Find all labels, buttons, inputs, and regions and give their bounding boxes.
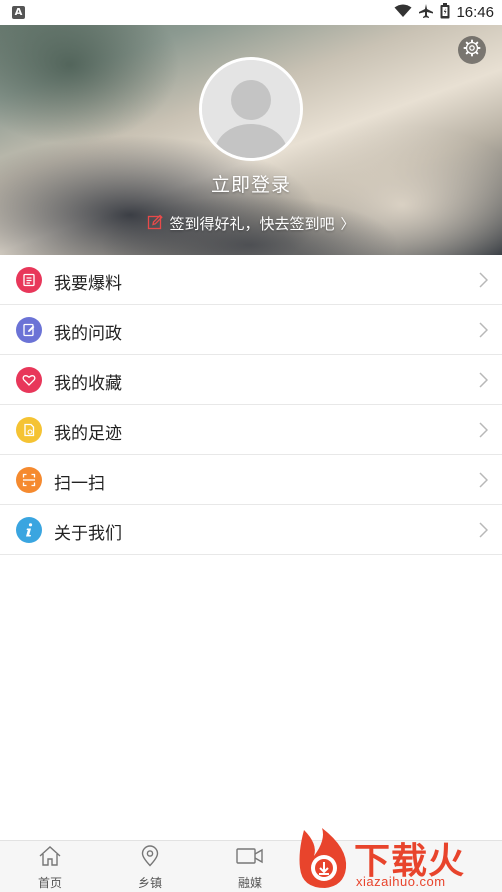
menu-item-inquiry[interactable]: 我的问政 — [0, 305, 502, 355]
chevron-right-icon — [479, 522, 489, 542]
menu-item-favorites[interactable]: 我的收藏 — [0, 355, 502, 405]
default-avatar-icon — [202, 60, 300, 158]
gear-icon — [463, 39, 481, 61]
tab-label: 首页 — [37, 876, 62, 890]
tab-home[interactable]: 首页 — [20, 845, 80, 891]
avatar[interactable] — [199, 57, 303, 161]
menu-item-label: 我的足迹 — [54, 424, 122, 444]
status-icons: 16:46 — [394, 2, 494, 23]
heart-icon — [16, 367, 42, 393]
flame-logo-icon — [299, 828, 347, 888]
tab-towns[interactable]: 乡镇 — [120, 845, 180, 891]
video-camera-icon — [235, 845, 265, 871]
menu-item-label: 我要爆料 — [54, 274, 122, 294]
watermark-domain: xiazaihuo.com — [356, 874, 446, 889]
footprint-doc-icon — [16, 417, 42, 443]
scan-icon — [16, 467, 42, 493]
menu-item-history[interactable]: 我的足迹 — [0, 405, 502, 455]
location-pin-icon — [139, 845, 161, 871]
airplane-icon — [418, 3, 434, 23]
info-icon — [16, 517, 42, 543]
tab-label: 乡镇 — [137, 876, 162, 890]
menu-item-label: 扫一扫 — [54, 474, 105, 494]
settings-button[interactable] — [458, 36, 486, 64]
wifi-icon — [394, 3, 412, 22]
chevron-right-icon — [479, 272, 489, 292]
checkin-link[interactable]: 签到得好礼，快去签到吧 〉 — [0, 213, 502, 234]
tab-media[interactable]: 融媒 — [220, 845, 280, 891]
report-icon — [16, 267, 42, 293]
chevron-right-icon — [479, 322, 489, 342]
profile-header: 立即登录 签到得好礼，快去签到吧 〉 — [0, 25, 502, 255]
home-icon — [38, 845, 62, 871]
menu-item-about[interactable]: 关于我们 — [0, 505, 502, 555]
menu-item-scan[interactable]: 扫一扫 — [0, 455, 502, 505]
edit-doc-icon — [16, 317, 42, 343]
checkin-text: 签到得好礼，快去签到吧 — [169, 215, 335, 233]
notification-icon: A — [12, 6, 25, 19]
menu-item-label: 我的收藏 — [54, 374, 122, 394]
tab-label: 融媒 — [237, 876, 262, 890]
menu-item-label: 我的问政 — [54, 324, 122, 344]
chevron-right-icon: 〉 — [340, 216, 355, 233]
status-bar: A 16:46 — [0, 0, 502, 25]
chevron-right-icon — [479, 472, 489, 492]
battery-icon — [440, 2, 450, 23]
watermark-logo: 下载火 xiazaihuo.com — [296, 826, 502, 892]
chevron-right-icon — [479, 372, 489, 392]
menu-item-report[interactable]: 我要爆料 — [0, 255, 502, 305]
status-time: 16:46 — [456, 4, 494, 21]
menu-item-label: 关于我们 — [54, 524, 122, 544]
login-button[interactable]: 立即登录 — [0, 170, 502, 197]
edit-icon — [147, 214, 164, 234]
menu-list: 我要爆料 我的问政 我的收藏 我的足迹 扫一扫 关于我们 — [0, 255, 502, 555]
chevron-right-icon — [479, 422, 489, 442]
